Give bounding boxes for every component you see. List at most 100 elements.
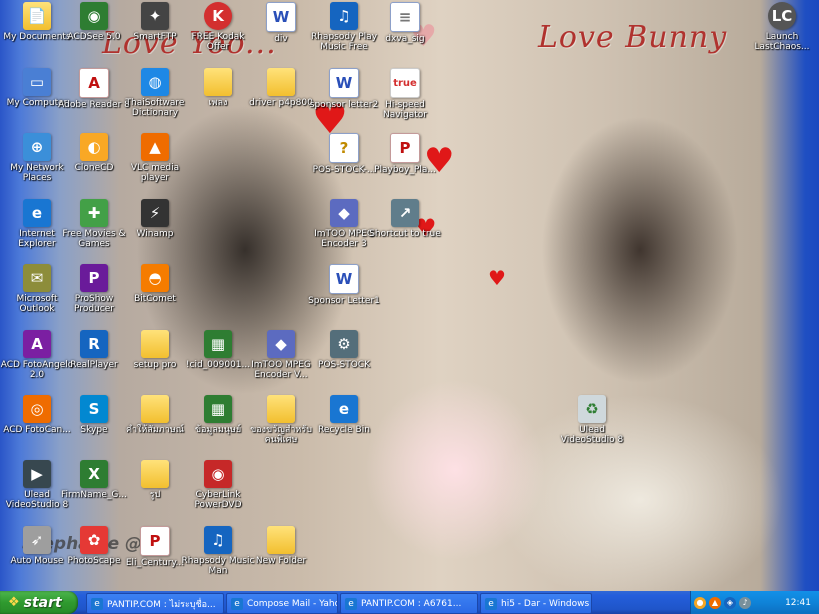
desktop-icon-playboy-pdf[interactable]: P Playboy_Pla...: [368, 133, 442, 175]
icon-label: Shortcut to true: [369, 229, 441, 239]
system-tray: ● ▲ ◈ ♪ 12:41: [690, 591, 819, 614]
word-doc-icon: W: [329, 264, 359, 294]
desktop-icon-bitcomet[interactable]: ◓ BitComet: [118, 264, 192, 304]
taskbar-button-label: Compose Mail - Yaho...: [247, 598, 337, 609]
heart-decoration: ♥: [488, 266, 506, 290]
taskbar-button-pantip-1[interactable]: e PANTIP.COM : ไม่ระบุชื่อ...: [86, 593, 224, 614]
icon-label: Hi-speed Navigator: [382, 100, 428, 120]
desktop-icon-cyberlink-powerdvd[interactable]: ◉ CyberLink PowerDVD: [181, 460, 255, 510]
desktop-icon-winamp[interactable]: ⚡ Winamp: [118, 199, 192, 239]
globe-icon: ◍: [141, 68, 169, 96]
ie-icon: e: [23, 199, 51, 227]
folder-icon: [267, 395, 295, 423]
icon-label: Winamp: [136, 229, 174, 239]
desktop-icon-hi-speed-navigator[interactable]: true Hi-speed Navigator: [368, 68, 442, 120]
bitcomet-icon: ◓: [141, 264, 169, 292]
word-doc-icon: W: [266, 2, 296, 32]
desktop-icon-launch-lastchaos[interactable]: LC Launch LastChaos...: [745, 2, 819, 52]
icon-label: Sponsor Letter1: [308, 296, 380, 306]
folder-icon: [141, 395, 169, 423]
network-tray-icon[interactable]: ◈: [724, 596, 736, 609]
winamp-icon: ⚡: [141, 199, 169, 227]
windows-flag-icon: ❖: [8, 595, 20, 610]
realplayer-icon: R: [80, 330, 108, 358]
recycle-bin-icon: ♻: [578, 395, 606, 423]
desktop-icon-sponsor-letter1[interactable]: W Sponsor Letter1: [307, 264, 381, 306]
folder-icon: [141, 330, 169, 358]
excel-icon: X: [80, 460, 108, 488]
pdf-icon: P: [390, 133, 420, 163]
icon-label: Launch LastChaos...: [754, 32, 810, 52]
ie-icon: e: [330, 395, 358, 423]
pdf-icon: P: [140, 526, 170, 556]
word-doc-icon: W: [329, 68, 359, 98]
outlook-icon: ✉: [23, 264, 51, 292]
icon-label: CyberLink PowerDVD: [194, 490, 242, 510]
folder-icon: [141, 460, 169, 488]
lastchaos-icon: LC: [768, 2, 796, 30]
imtoo-icon: ◆: [267, 330, 295, 358]
network-icon: ⊕: [23, 133, 51, 161]
icon-label: New Folder: [255, 556, 307, 566]
powerdvd-icon: ◉: [204, 460, 232, 488]
taskbar-button-pantip-2[interactable]: e PANTIP.COM : A6761...: [340, 593, 478, 614]
vlc-tray-icon[interactable]: ▲: [709, 596, 721, 609]
ie-icon: e: [91, 597, 103, 610]
smartftp-icon: ✦: [141, 2, 169, 30]
desktop-icon-gift-webpage[interactable]: e Recycle Bin: [307, 395, 381, 435]
clonecd-icon: ◐: [80, 133, 108, 161]
installer-icon: ⚙: [330, 330, 358, 358]
folder-documents-icon: 📄: [23, 2, 51, 30]
start-label: start: [23, 594, 62, 611]
ie-icon: e: [345, 597, 357, 610]
taskbar-button-label: PANTIP.COM : ไม่ระบุชื่อ...: [107, 599, 216, 610]
icon-label: BitComet: [134, 294, 176, 304]
start-button[interactable]: ❖ start: [0, 591, 78, 614]
ie-icon: e: [485, 597, 497, 610]
true-icon: true: [390, 68, 420, 98]
shortcut-icon: ↗: [391, 199, 419, 227]
desktop: Love Yoo... Love Bunny Stephanie @ ♥ ♥ ♥…: [0, 0, 819, 591]
photoscape-icon: ✿: [80, 526, 108, 554]
acdsee-icon: ◉: [80, 2, 108, 30]
fotoangelo-icon: A: [23, 330, 51, 358]
desktop-icon-recycle-bin[interactable]: ♻ Ulead VideoStudio 8: [555, 395, 629, 445]
computer-icon: ▭: [23, 68, 51, 96]
image-icon: ▦: [204, 330, 232, 358]
taskbar: ❖ start e PANTIP.COM : ไม่ระบุชื่อ... e …: [0, 591, 819, 614]
taskbar-button-label: hi5 - Dar - Windows I...: [501, 598, 591, 609]
folder-icon: [267, 526, 295, 554]
desktop-icon-shortcut-to-true[interactable]: ↗ Shortcut to true: [368, 199, 442, 239]
desktop-icon-new-folder[interactable]: New Folder: [244, 526, 318, 566]
icon-label: dxva_sig: [385, 34, 425, 44]
taskbar-button-compose-mail[interactable]: e Compose Mail - Yaho...: [226, 593, 338, 614]
icon-label: POS-STOCK: [318, 360, 370, 370]
wallpaper-title-right: Love Bunny: [538, 20, 728, 55]
desktop-icon-vlc[interactable]: ▲ VLC media player: [118, 133, 192, 183]
folder-icon: [267, 68, 295, 96]
help-doc-icon: ?: [329, 133, 359, 163]
proshow-icon: P: [80, 264, 108, 292]
vlc-icon: ▲: [141, 133, 169, 161]
taskbar-button-label: PANTIP.COM : A6761...: [361, 598, 462, 609]
rhapsody-icon: ♫: [204, 526, 232, 554]
taskbar-button-hi5[interactable]: e hi5 - Dar - Windows I...: [480, 593, 592, 614]
ulead-icon: ▶: [23, 460, 51, 488]
imtoo-icon: ◆: [330, 199, 358, 227]
skype-icon: S: [80, 395, 108, 423]
image-icon: ▦: [204, 395, 232, 423]
messenger-icon[interactable]: ●: [694, 596, 706, 609]
icon-label: Ulead VideoStudio 8: [560, 425, 624, 445]
desktop-icon-dxva-sig[interactable]: ≡ dxva_sig: [368, 2, 442, 44]
icon-label: Playboy_Pla...: [374, 165, 436, 175]
gift-icon: ✚: [80, 199, 108, 227]
fotocanvas-icon: ◎: [23, 395, 51, 423]
folder-icon: [204, 68, 232, 96]
volume-icon[interactable]: ♪: [739, 596, 751, 609]
clock[interactable]: 12:41: [785, 598, 811, 608]
icon-label: VLC media player: [130, 163, 180, 183]
rhapsody-icon: ♫: [330, 2, 358, 30]
ie-icon: e: [231, 597, 243, 610]
text-doc-icon: ≡: [390, 2, 420, 32]
desktop-icon-pos-stock[interactable]: ⚙ POS-STOCK: [307, 330, 381, 370]
